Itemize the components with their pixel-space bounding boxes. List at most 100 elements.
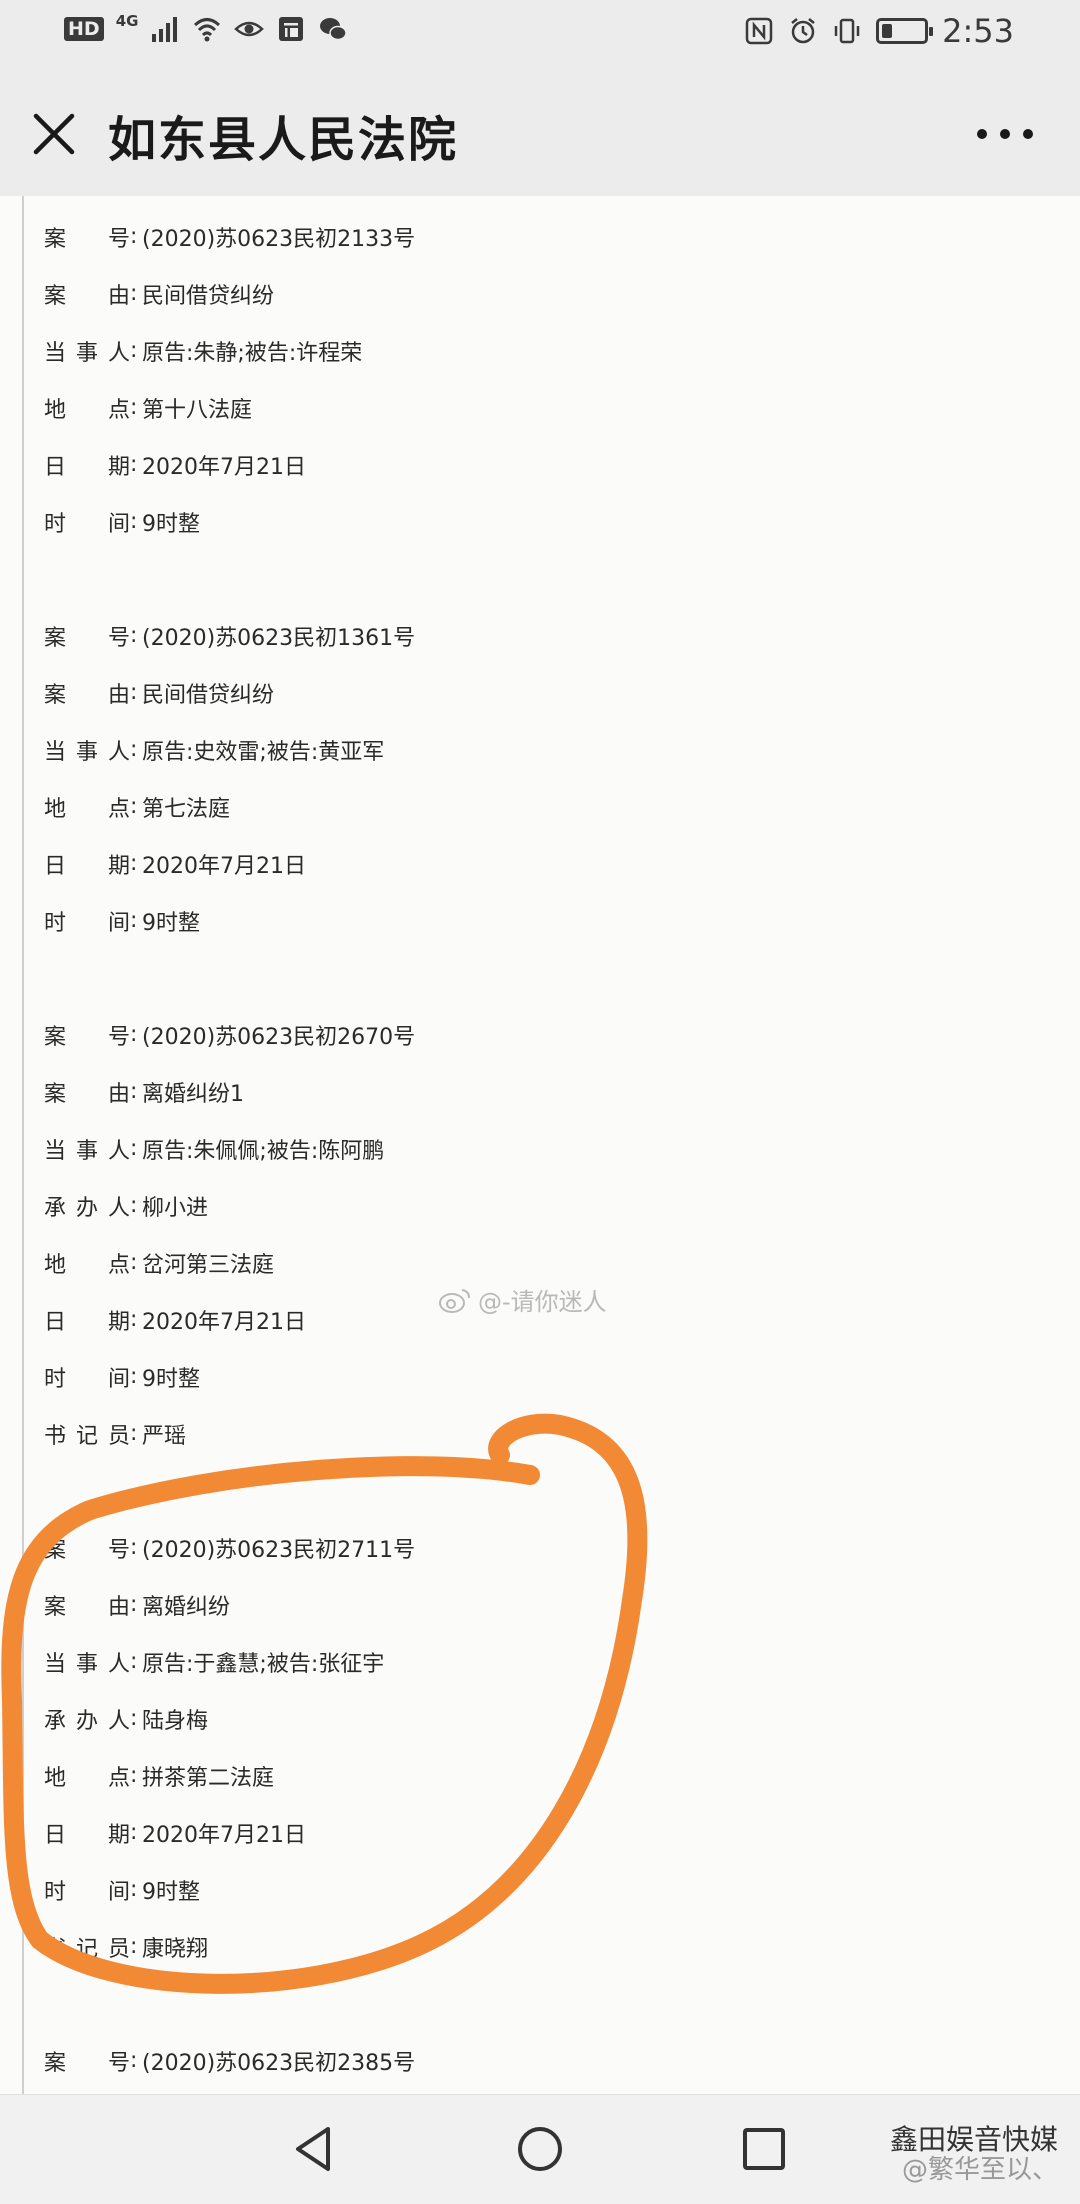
case-field-label: 当事人 — [44, 1651, 130, 1677]
case-block: 案 号: (2020)苏0623民初2133号案 由: 民间借贷纠纷 当事人: 原告:朱… — [44, 208, 1080, 550]
case-field-colon: : — [130, 1364, 138, 1389]
case-field-label: 日 期 — [44, 853, 130, 879]
case-field-label: 书记员 — [44, 1936, 130, 1962]
case-field: 案 号: (2020)苏0623民初2711号 — [44, 1519, 1080, 1576]
app-bar: 如东县人民法院 — [0, 66, 1080, 196]
case-field: 案 号: (2020)苏0623民初2385号 — [44, 2032, 1080, 2089]
case-field: 日 期:2020年7月21日 — [44, 1804, 1080, 1861]
case-field: 时 间:9时整 — [44, 1861, 1080, 1918]
case-field-colon: : — [130, 851, 138, 876]
case-field: 案 号: (2020)苏0623民初2670号 — [44, 1006, 1080, 1063]
clock: 2:53 — [942, 12, 1014, 50]
case-field-label: 案 由 — [44, 1081, 130, 1107]
case-field: 日 期:2020年7月21日 — [44, 835, 1080, 892]
case-field-value: 9时整 — [142, 1366, 200, 1392]
recent-apps-icon[interactable] — [734, 2119, 794, 2179]
nfc-icon — [745, 17, 773, 45]
case-field-label: 日 期 — [44, 1822, 130, 1848]
case-field-label: 地 点 — [44, 1765, 130, 1791]
case-field-value: 原告:朱佩佩;被告:陈阿鹏 — [142, 1138, 385, 1164]
case-block: 案 号: (2020)苏0623民初2385号 — [44, 2032, 1080, 2089]
case-field-label: 案 号 — [44, 2050, 130, 2076]
case-field-value: (2020)苏0623民初2670号 — [142, 1024, 416, 1050]
back-icon[interactable] — [284, 2119, 344, 2179]
case-field: 当事人: 原告:朱佩佩;被告:陈阿鹏 — [44, 1120, 1080, 1177]
case-field-colon: : — [130, 281, 138, 306]
case-field-colon: : — [130, 1136, 138, 1161]
case-field: 地 点: 第十八法庭 — [44, 379, 1080, 436]
network-badge: 4G — [115, 12, 139, 30]
case-field-colon: : — [130, 1706, 138, 1731]
status-left: HD 4G — [64, 12, 348, 44]
case-field-value: (2020)苏0623民初2133号 — [142, 226, 416, 252]
case-field-value: 2020年7月21日 — [142, 853, 306, 879]
case-field-colon: : — [130, 224, 138, 249]
case-field-value: 第七法庭 — [142, 796, 231, 822]
case-field-value: 严瑶 — [142, 1423, 187, 1449]
case-field-label: 案 由 — [44, 682, 130, 708]
case-field-colon: : — [130, 338, 138, 363]
case-field-value: 离婚纠纷1 — [142, 1081, 244, 1107]
case-field: 地 点: 第七法庭 — [44, 778, 1080, 835]
more-icon[interactable] — [970, 116, 1040, 152]
case-field-label: 地 点 — [44, 796, 130, 822]
case-field-label: 案 号 — [44, 226, 130, 252]
case-block: 案 号: (2020)苏0623民初2711号案 由: 离婚纠纷 当事人: 原告:于鑫慧… — [44, 1519, 1080, 1975]
case-field: 案 由: 民间借贷纠纷 — [44, 265, 1080, 322]
case-field-colon: : — [130, 1820, 138, 1845]
page-title: 如东县人民法院 — [108, 112, 459, 168]
case-field-label: 地 点 — [44, 1252, 130, 1278]
case-field-colon: : — [130, 1250, 138, 1275]
status-bar: HD 4G 2:53 — [0, 0, 1080, 66]
case-field-label: 时 间 — [44, 910, 130, 936]
case-field-value: 2020年7月21日 — [142, 454, 306, 480]
case-field-label: 承办人 — [44, 1708, 130, 1734]
case-field-colon: : — [130, 1193, 138, 1218]
case-field-label: 当事人 — [44, 739, 130, 765]
case-field-value: 柳小进 — [142, 1195, 209, 1221]
footer-watermark: 鑫田娱音快媒 @繁华至以、 — [890, 2125, 1058, 2186]
eye-icon — [234, 21, 265, 37]
case-field: 案 号: (2020)苏0623民初1361号 — [44, 607, 1080, 664]
case-field: 时 间:9时整 — [44, 1348, 1080, 1405]
case-field-value: 岔河第三法庭 — [142, 1252, 275, 1278]
case-field: 案 由: 离婚纠纷 — [44, 1576, 1080, 1633]
case-field-label: 书记员 — [44, 1423, 130, 1449]
case-field-value: 康晓翔 — [142, 1936, 209, 1962]
case-field-value: 拼茶第二法庭 — [142, 1765, 275, 1791]
signal-icon — [152, 17, 178, 42]
case-field-label: 承办人 — [44, 1195, 130, 1221]
case-field-colon: : — [130, 1877, 138, 1902]
case-field-colon: : — [130, 908, 138, 933]
battery-level — [882, 24, 893, 38]
case-field-colon: : — [130, 1592, 138, 1617]
case-field-colon: : — [130, 680, 138, 705]
case-field-colon: : — [130, 1307, 138, 1332]
home-icon[interactable] — [510, 2119, 570, 2179]
case-field: 当事人: 原告:于鑫慧;被告:张征宇 — [44, 1633, 1080, 1690]
case-field: 日 期:2020年7月21日 — [44, 436, 1080, 493]
case-field-value: 原告:于鑫慧;被告:张征宇 — [142, 1651, 385, 1677]
wifi-icon — [194, 18, 221, 42]
case-field-value: 9时整 — [142, 910, 200, 936]
case-field-colon: : — [130, 737, 138, 762]
case-field-colon: : — [130, 1649, 138, 1674]
battery-icon — [876, 18, 934, 44]
hd-badge: HD — [64, 17, 104, 41]
case-field-value: 2020年7月21日 — [142, 1822, 306, 1848]
case-field-label: 时 间 — [44, 511, 130, 537]
case-field-label: 案 由 — [44, 283, 130, 309]
case-field-label: 日 期 — [44, 1309, 130, 1335]
case-field: 时 间:9时整 — [44, 892, 1080, 949]
case-field-colon: : — [130, 623, 138, 648]
case-field: 当事人: 原告:史效雷;被告:黄亚军 — [44, 721, 1080, 778]
wechat-icon — [320, 18, 348, 41]
case-field-value: 陆身梅 — [142, 1708, 209, 1734]
close-icon[interactable] — [28, 108, 80, 160]
case-field-label: 地 点 — [44, 397, 130, 423]
case-field: 案 由: 离婚纠纷1 — [44, 1063, 1080, 1120]
case-list[interactable]: 案 号: (2020)苏0623民初2133号案 由: 民间借贷纠纷 当事人: 原告:朱… — [0, 196, 1080, 2094]
case-field-label: 时 间 — [44, 1879, 130, 1905]
case-block: 案 号: (2020)苏0623民初2670号案 由: 离婚纠纷1 当事人: 原告:朱佩… — [44, 1006, 1080, 1462]
case-field-colon: : — [130, 2048, 138, 2073]
